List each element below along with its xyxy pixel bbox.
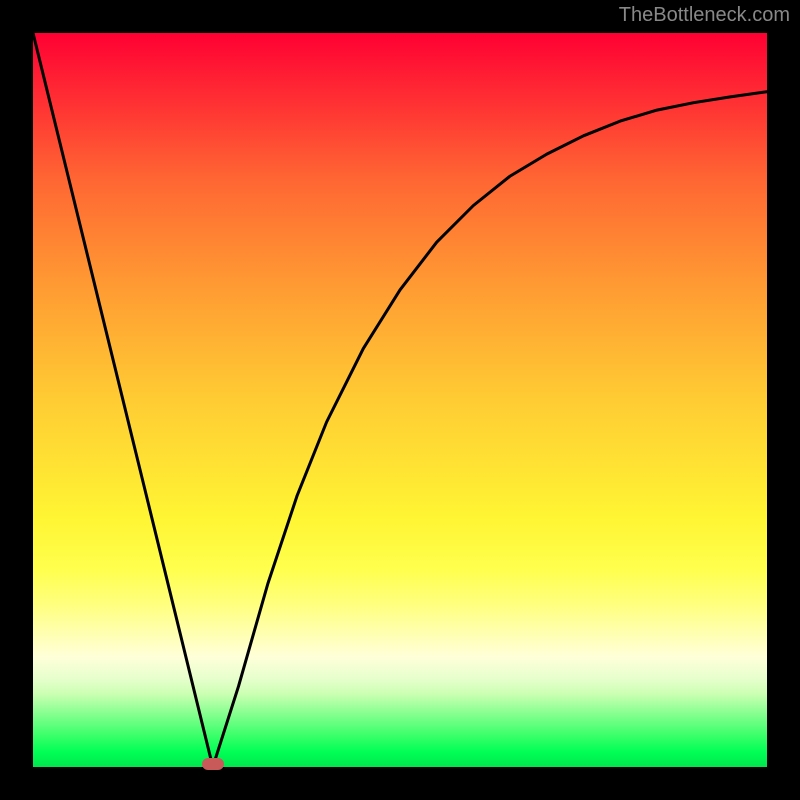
optimal-marker	[202, 758, 224, 770]
bottleneck-curve	[33, 33, 767, 767]
watermark-text: TheBottleneck.com	[619, 4, 790, 27]
